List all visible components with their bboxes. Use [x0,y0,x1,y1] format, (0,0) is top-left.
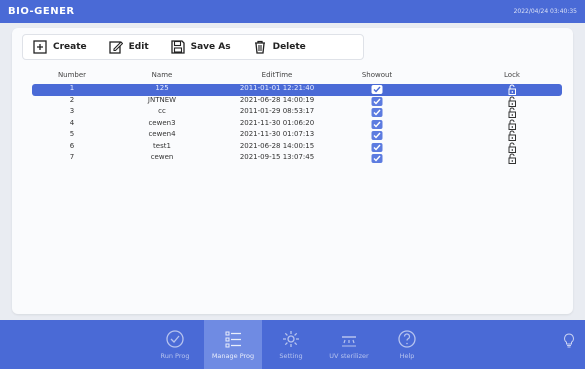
gear-icon [283,331,299,347]
delete-button[interactable]: Delete [247,37,312,57]
header-lock: Lock [504,71,520,79]
nav-item-setting[interactable]: Setting [262,320,320,369]
uv-lamp-icon [342,336,356,347]
edit-label: Edit [128,42,149,52]
clock: 2022/04/24 03:40:35 [513,8,577,15]
create-button[interactable]: Create [27,37,93,57]
unlock-icon[interactable] [507,142,517,153]
row-edit-time: 2011-01-29 08:53:17 [239,107,315,115]
create-label: Create [53,42,87,52]
nav-item-run-prog[interactable]: Run Prog [146,320,204,369]
nav-item-uv-sterilizer[interactable]: UV sterilizer [320,320,378,369]
nav-item-manage-prog[interactable]: Manage Prog [204,320,262,369]
row-name: JNTNEW [147,95,177,104]
row-name: 125 [155,84,169,92]
check-icon [373,86,381,93]
table-header: Number Name EditTime Showout Lock [32,71,562,83]
lightbulb-icon[interactable] [563,333,575,349]
row-number: 4 [69,118,75,127]
unlock-icon[interactable] [507,153,517,164]
nav-label: Manage Prog [211,352,255,360]
table-row[interactable]: 7 cewen 2021-09-15 13:07:45 [32,153,562,165]
table-row[interactable]: 1 125 2011-01-01 12:21:40 [32,84,562,96]
row-number: 6 [69,141,75,150]
bottom-nav: Run Prog Manage Prog Setting UV sterilizer H… [0,320,585,369]
row-number: 5 [69,130,75,138]
row-number: 3 [69,107,75,115]
header-name: Name [151,71,173,79]
row-number: 1 [69,84,75,92]
row-edit-time: 2021-06-28 14:00:15 [239,141,315,150]
check-icon [373,98,381,105]
check-icon [373,132,381,139]
list-icon [225,331,241,348]
table-row[interactable]: 6 test1 2021-06-28 14:00:15 [32,142,562,154]
row-number: 2 [69,95,75,104]
row-name: cewen3 [148,118,176,127]
help-icon [398,330,416,348]
nav-label: UV sterilizer [329,352,369,360]
run-check-icon [166,330,184,348]
table-row[interactable]: 3 cc 2011-01-29 08:53:17 [32,107,562,119]
edit-button[interactable]: Edit [103,37,155,57]
row-edit-time: 2021-06-28 14:00:19 [239,95,315,104]
row-name: test1 [153,141,171,150]
table-row[interactable]: 5 cewen4 2021-11-30 01:07:13 [32,130,562,142]
check-icon [373,109,381,116]
header-edit-time: EditTime [261,71,293,79]
save-as-label: Save As [190,42,231,52]
header-showout: Showout [361,71,393,79]
unlock-icon[interactable] [507,84,517,95]
unlock-icon[interactable] [507,107,517,118]
plus-box-icon [33,40,47,54]
row-name: cewen [150,153,174,161]
table-row[interactable]: 4 cewen3 2021-11-30 01:06:20 [32,119,562,131]
nav-item-help[interactable]: Help [378,320,436,369]
delete-label: Delete [272,42,306,52]
check-icon [373,144,381,151]
trash-icon [254,40,265,54]
nav-label: Help [399,352,415,360]
row-name: cewen4 [148,130,176,138]
unlock-icon[interactable] [507,130,517,141]
save-icon [170,40,185,54]
nav-label: Setting [279,352,303,360]
program-table: 1 125 2011-01-01 12:21:40 2 JNTNEW 2021-06-28… [32,84,562,165]
header-number: Number [57,71,87,79]
row-edit-time: 2011-01-01 12:21:40 [239,84,315,92]
toolbar: Create Edit Save As Delete [22,34,364,60]
unlock-icon[interactable] [507,119,517,130]
check-icon [373,121,381,128]
program-manager-panel: Create Edit Save As Delete Number Name E… [12,28,573,314]
row-edit-time: 2021-09-15 13:07:45 [239,153,315,161]
row-number: 7 [69,153,75,161]
edit-icon [108,41,123,54]
nav-label: Run Prog [160,352,190,360]
table-row[interactable]: 2 JNTNEW 2021-06-28 14:00:19 [32,96,562,108]
row-edit-time: 2021-11-30 01:07:13 [239,130,315,138]
save-as-button[interactable]: Save As [165,37,237,57]
unlock-icon[interactable] [507,96,517,107]
row-name: cc [158,107,166,115]
row-edit-time: 2021-11-30 01:06:20 [239,118,315,127]
check-icon [373,155,381,162]
app-title: BIO-GENER [8,6,75,17]
title-bar: BIO-GENER 2022/04/24 03:40:35 [0,0,585,23]
